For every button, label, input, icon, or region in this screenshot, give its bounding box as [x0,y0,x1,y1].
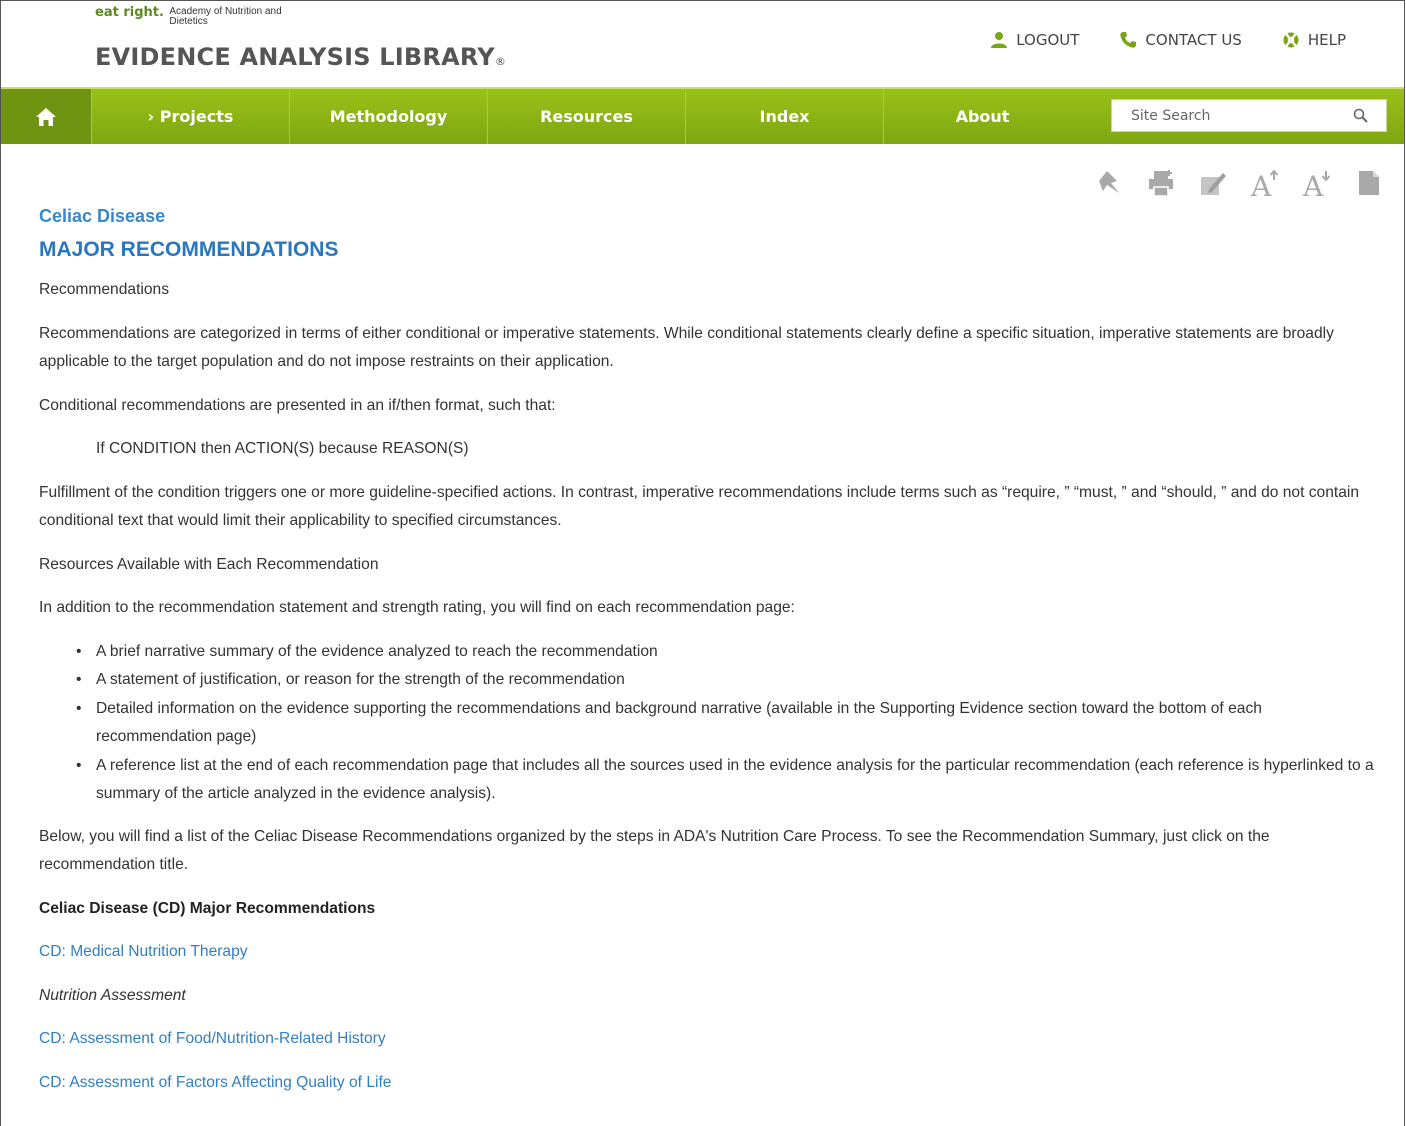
subheading: Nutrition Assessment [39,986,186,1004]
font-smaller-icon[interactable]: A [1301,167,1333,199]
nav-projects[interactable]: › Projects [91,89,289,144]
edit-icon[interactable] [1197,167,1229,199]
logout-label: LOGOUT [1016,31,1080,49]
nav-resources[interactable]: Resources [487,89,685,144]
section-label[interactable]: Celiac Disease [39,204,1379,228]
phone-icon [1120,32,1137,48]
page-title: MAJOR RECOMMENDATIONS [39,238,339,261]
nav-about[interactable]: About [883,89,1081,144]
site-title[interactable]: EVIDENCE ANALYSIS LIBRARY® [95,43,506,71]
site-title-text: EVIDENCE ANALYSIS LIBRARY [95,43,495,71]
list-item: A statement of justification, or reason … [76,666,1379,695]
document-icon[interactable] [1353,167,1385,199]
lifebuoy-icon [1283,32,1299,48]
home-icon [36,107,56,126]
paragraph: Fulfillment of the condition triggers on… [39,483,1360,530]
list-heading: Celiac Disease (CD) Major Recommendation… [39,899,376,917]
paragraph: Recommendations [39,281,170,298]
registered-mark: ® [494,55,507,68]
bookmark-icon[interactable] [1093,167,1125,199]
svg-text:A: A [1302,170,1324,199]
svg-text:A: A [1250,170,1272,199]
logout-link[interactable]: LOGOUT [990,31,1079,49]
paragraph: Below, you will find a list of the Celia… [39,827,1270,874]
paragraph: Resources Available with Each Recommenda… [39,555,379,573]
contact-us-label: CONTACT US [1145,31,1242,49]
page-frame: eat right. Academy of Nutrition and Diet… [0,0,1405,1126]
search-input[interactable] [1112,99,1353,132]
recommendation-link[interactable]: CD: Assessment of Food/Nutrition-Related… [39,1030,386,1047]
contact-us-link[interactable]: CONTACT US [1119,31,1242,49]
logo[interactable]: eat right. Academy of Nutrition and Diet… [95,5,289,27]
user-icon [991,32,1008,48]
paragraph-indented: If CONDITION then ACTION(S) because REAS… [96,440,469,457]
paragraph: Conditional recommendations are presente… [39,396,556,414]
main-nav: › Projects Methodology Resources Index A… [1,87,1404,144]
site-search [1111,99,1387,132]
main-content: Celiac Disease MAJOR RECOMMENDATIONS Rec… [39,204,1379,1112]
help-link[interactable]: HELP [1282,31,1346,49]
search-icon[interactable] [1353,108,1368,123]
help-label: HELP [1307,31,1346,49]
nav-index[interactable]: Index [685,89,883,144]
site-header: eat right. Academy of Nutrition and Diet… [1,1,1404,87]
font-larger-icon[interactable]: A [1249,167,1281,199]
list-item: A reference list at the end of each reco… [76,752,1379,809]
paragraph: Recommendations are categorized in terms… [39,324,1334,371]
utility-nav: LOGOUT CONTACT US HELP [990,31,1346,49]
page-tools: A A [1093,167,1385,199]
list-item: A brief narrative summary of the evidenc… [76,638,1379,667]
list-item: Detailed information on the evidence sup… [76,695,1379,752]
logo-org-name: Academy of Nutrition and Dietetics [169,6,282,27]
nav-methodology[interactable]: Methodology [289,89,487,144]
logo-mark: eat right. [95,5,164,20]
recommendation-link[interactable]: CD: Medical Nutrition Therapy [39,943,248,960]
recommendation-link[interactable]: CD: Assessment of Factors Affecting Qual… [39,1074,391,1091]
print-icon[interactable] [1145,167,1177,199]
resources-list: A brief narrative summary of the evidenc… [39,638,1379,809]
paragraph: In addition to the recommendation statem… [39,599,795,616]
home-button[interactable] [1,89,91,144]
